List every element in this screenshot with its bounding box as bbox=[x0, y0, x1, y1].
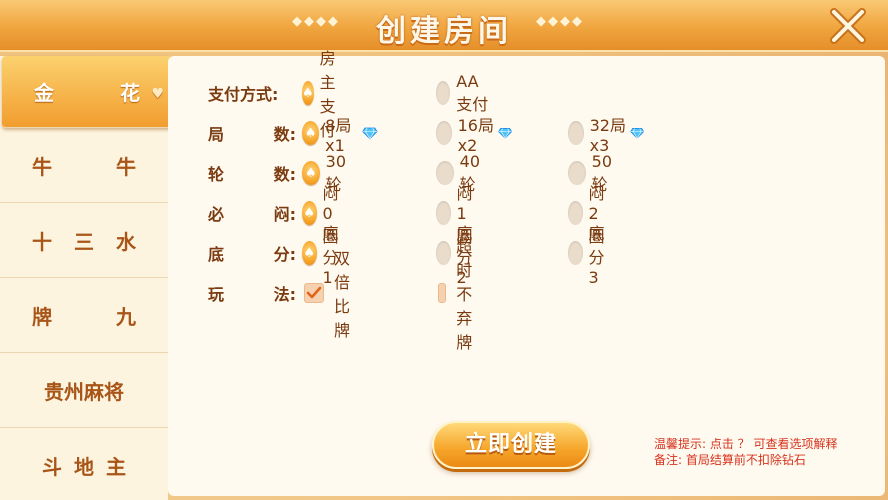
radio-empty-icon bbox=[436, 81, 451, 105]
rounds-16-option[interactable]: 16局x2 bbox=[436, 112, 513, 155]
rounds-32-option[interactable]: 32局x3 bbox=[568, 112, 645, 155]
sidebar-item-paijiu[interactable]: 牌 九 bbox=[0, 278, 168, 353]
radio-selected-icon: ♠ bbox=[302, 81, 314, 105]
sidebar-item-label: 贵州麻将 bbox=[44, 379, 124, 404]
sidebar-item-label: 斗 bbox=[42, 454, 62, 479]
diamond-icon bbox=[498, 128, 513, 139]
sidebar-item-label: 九 bbox=[116, 304, 136, 329]
close-button[interactable] bbox=[808, 0, 888, 52]
diamond-icon bbox=[362, 127, 378, 140]
heart-icon: ♥ bbox=[151, 86, 164, 102]
label-char: 局 bbox=[208, 125, 225, 144]
page-title: 创建房间 bbox=[376, 14, 512, 49]
diamond-icon bbox=[630, 128, 645, 139]
radio-empty-icon bbox=[568, 121, 584, 145]
hint-line: 温馨提示: 点击 ？ 可查看选项解释 bbox=[654, 437, 838, 451]
label-char: 玩 bbox=[208, 285, 225, 304]
hint-text: 温馨提示: 点击 ？ 可查看选项解释 备注: 首局结算前不扣除钻石 bbox=[654, 436, 838, 468]
checkbox-checked-icon bbox=[304, 283, 324, 303]
sidebar-item-label: 牛 bbox=[116, 154, 136, 179]
double-compare-checkbox[interactable]: 双倍比牌 bbox=[304, 245, 350, 341]
label-char: 法: bbox=[273, 285, 296, 304]
label-char: 数: bbox=[273, 125, 296, 144]
title-decoration-right: ◆◆◆◆ bbox=[536, 14, 584, 29]
option-label: 底分3 bbox=[588, 223, 605, 287]
label-char: 数: bbox=[273, 165, 296, 184]
game-sidebar: 金 花 ♥ 牛 牛 十 三 水 牌 九 贵州麻将 斗 地 主 bbox=[0, 56, 172, 500]
radio-selected-icon: ♠ bbox=[302, 121, 320, 145]
close-icon bbox=[830, 8, 866, 44]
base-3-option[interactable]: 底分3 bbox=[568, 220, 614, 287]
label-char: 必 bbox=[208, 205, 225, 224]
sidebar-item-shisanshui[interactable]: 十 三 水 bbox=[0, 203, 168, 278]
rounds-8-option[interactable]: ♠ 8局x1 bbox=[302, 112, 378, 155]
option-label: AA支付 bbox=[456, 71, 489, 114]
sidebar-item-label: 花 bbox=[120, 81, 140, 105]
sidebar-item-label: 三 bbox=[74, 229, 94, 254]
sidebar-item-label: 水 bbox=[116, 229, 136, 254]
option-label: 超时不弃牌 bbox=[456, 237, 473, 352]
sidebar-item-label: 主 bbox=[106, 454, 126, 479]
sidebar-item-guizhou-mahjong[interactable]: 贵州麻将 bbox=[0, 353, 168, 428]
create-room-button[interactable]: 立即创建 bbox=[432, 421, 590, 469]
sidebar-item-niuniu[interactable]: 牛 牛 bbox=[0, 128, 168, 203]
note-line: 备注: 首局结算前不扣除钻石 bbox=[654, 453, 806, 467]
payment-aa-option[interactable]: AA支付 bbox=[436, 72, 488, 115]
sidebar-item-label: 牛 bbox=[32, 154, 52, 179]
sidebar-item-label: 地 bbox=[74, 454, 94, 479]
payment-label-text: 支付方式: bbox=[208, 85, 279, 104]
payment-label: 支付方式: bbox=[208, 81, 296, 105]
turns-label: 轮 数: bbox=[208, 161, 296, 185]
option-label: 双倍比牌 bbox=[334, 249, 351, 340]
label-char: 闷: bbox=[273, 205, 296, 224]
sidebar-item-label: 牌 bbox=[32, 304, 52, 329]
label-char: 分: bbox=[273, 245, 296, 264]
sidebar-item-label: 十 bbox=[32, 229, 52, 254]
timeout-no-fold-checkbox[interactable]: 超时不弃牌 bbox=[438, 233, 484, 353]
sidebar-item-label: 金 bbox=[34, 81, 54, 105]
base-score-label: 底 分: bbox=[208, 241, 296, 265]
checkbox-empty-icon bbox=[438, 283, 447, 303]
option-label: 32局x3 bbox=[589, 115, 626, 155]
option-label: 16局x2 bbox=[457, 115, 494, 155]
rules-label: 玩 法: bbox=[208, 281, 296, 305]
radio-empty-icon bbox=[568, 241, 583, 265]
option-label: 8局x1 bbox=[325, 115, 352, 155]
sidebar-item-doudizhu[interactable]: 斗 地 主 bbox=[0, 428, 168, 500]
sidebar-item-jinhua[interactable]: 金 花 ♥ bbox=[2, 56, 172, 128]
label-char: 轮 bbox=[208, 165, 225, 184]
blind-label: 必 闷: bbox=[208, 201, 296, 225]
title-bar: ◆◆◆◆ 创建房间 ◆◆◆◆ bbox=[0, 0, 888, 52]
label-char: 底 bbox=[208, 245, 225, 264]
radio-empty-icon bbox=[436, 121, 452, 145]
rounds-label: 局 数: bbox=[208, 121, 296, 145]
